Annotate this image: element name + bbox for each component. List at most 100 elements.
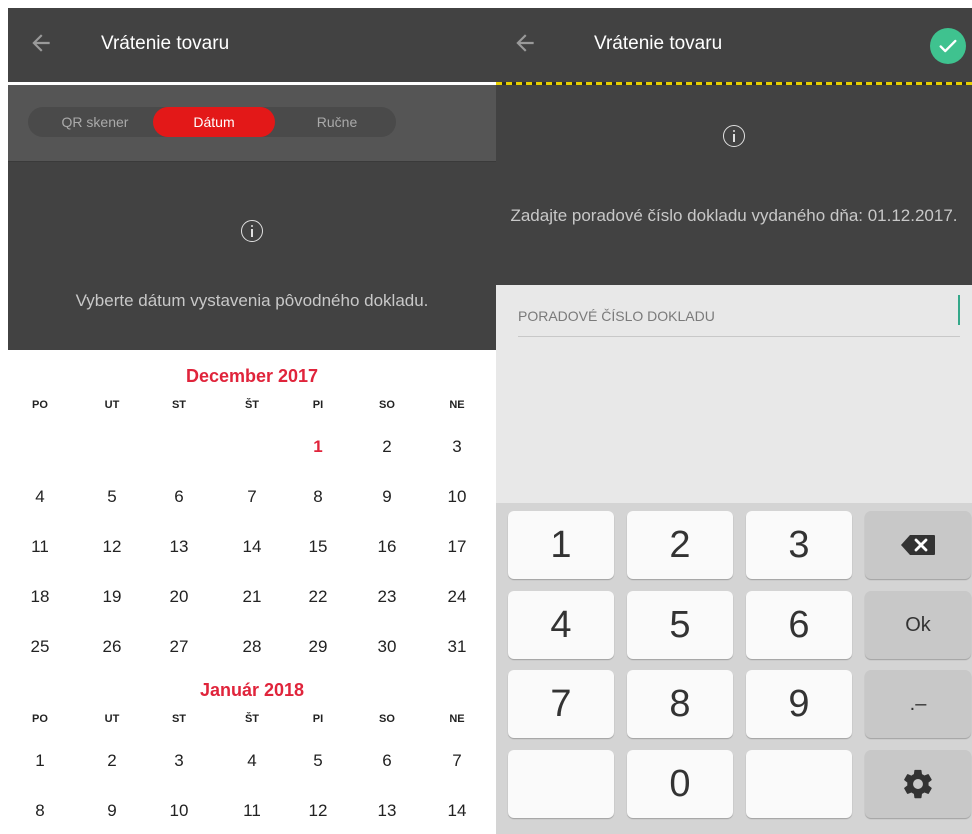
weekday-label: PI (312, 399, 324, 411)
calendar-day[interactable]: 24 (437, 587, 477, 607)
receipt-number-screen: Vrátenie tovaru Zadajte poradové číslo d… (496, 8, 972, 834)
digit-key-8[interactable]: 8 (627, 670, 733, 738)
calendar-day[interactable]: 23 (367, 587, 407, 607)
month-title: Január 2018 (199, 680, 305, 700)
digit-key-2[interactable]: 2 (627, 511, 733, 579)
calendar-day[interactable]: 14 (232, 537, 272, 557)
calendar-day[interactable]: 12 (298, 801, 338, 821)
digit-key-label: 1 (550, 523, 572, 566)
calendar-day[interactable]: 8 (20, 801, 60, 821)
digit-key-label: 3 (788, 523, 810, 566)
app-bar: Vrátenie tovaru (496, 8, 972, 82)
calendar-day[interactable]: 5 (92, 487, 132, 507)
calendar-day[interactable]: 2 (92, 751, 132, 771)
weekday-label: SO (379, 713, 395, 725)
calendar-day[interactable]: 1 (20, 751, 60, 771)
back-arrow-icon[interactable] (512, 30, 538, 56)
calendar-day[interactable]: 12 (92, 537, 132, 557)
digit-key-9[interactable]: 9 (746, 670, 852, 738)
receipt-number-label: PORADOVÉ ČÍSLO DOKLADU (518, 308, 715, 324)
mode-selector-bar: QR skener Dátum Ručne (8, 85, 496, 161)
mode-segmented-control: QR skener Dátum Ručne (28, 107, 396, 137)
calendar-day[interactable]: 6 (367, 751, 407, 771)
confirm-button[interactable] (930, 28, 966, 64)
calendar-day[interactable]: 3 (159, 751, 199, 771)
calendar-day[interactable]: 8 (298, 487, 338, 507)
page-title: Vrátenie tovaru (594, 33, 723, 54)
digit-key-6[interactable]: 6 (746, 591, 852, 659)
calendar-day[interactable]: 3 (437, 437, 477, 457)
tab-manual[interactable]: Ručne (278, 107, 396, 137)
digit-key-4[interactable]: 4 (508, 591, 614, 659)
calendar-day[interactable]: 7 (437, 751, 477, 771)
blank-key[interactable] (746, 750, 852, 818)
calendar-day[interactable]: 14 (437, 801, 477, 821)
digit-key-0[interactable]: 0 (627, 750, 733, 818)
calendar-day[interactable]: 18 (20, 587, 60, 607)
page-title: Vrátenie tovaru (101, 33, 230, 54)
calendar-day[interactable]: 19 (92, 587, 132, 607)
digit-key-label: 4 (550, 603, 572, 646)
calendar-day[interactable]: 26 (92, 637, 132, 657)
weekday-label: UT (104, 399, 120, 411)
backspace-button[interactable] (865, 511, 971, 579)
digit-key-7[interactable]: 7 (508, 670, 614, 738)
calendar-day[interactable]: 10 (437, 487, 477, 507)
calendar-day[interactable]: 13 (159, 537, 199, 557)
calendar-day[interactable]: 4 (232, 751, 272, 771)
calendar-day[interactable]: 5 (298, 751, 338, 771)
info-text: Zadajte poradové číslo dokladu vydaného … (510, 206, 958, 225)
calendar-day[interactable]: 7 (232, 487, 272, 507)
weekday-label: NE (449, 399, 465, 411)
calendar-day[interactable]: 25 (20, 637, 60, 657)
ok-key-label: Ok (905, 613, 931, 636)
weekday-label: ST (171, 713, 187, 725)
text-cursor (958, 295, 960, 325)
digit-key-3[interactable]: 3 (746, 511, 852, 579)
calendar-day[interactable]: 27 (159, 637, 199, 657)
digit-key-1[interactable]: 1 (508, 511, 614, 579)
digit-key-label: 2 (669, 523, 691, 566)
digit-key-label: 0 (669, 762, 691, 805)
backspace-icon (901, 535, 935, 555)
numeric-keypad: 1 2 3 4 5 6 Ok 7 8 9 .– 0 (496, 503, 972, 834)
calendar-day[interactable]: 6 (159, 487, 199, 507)
weekday-label: SO (379, 399, 395, 411)
calendar-day[interactable]: 17 (437, 537, 477, 557)
calendar-day[interactable]: 2 (367, 437, 407, 457)
calendar-day[interactable]: 10 (159, 801, 199, 821)
back-arrow-icon[interactable] (28, 30, 54, 56)
calendar-day[interactable]: 9 (367, 487, 407, 507)
digit-key-label: 6 (788, 603, 810, 646)
calendar-day[interactable]: 13 (367, 801, 407, 821)
calendar-day[interactable]: 11 (20, 537, 60, 557)
calendar-day[interactable]: 28 (232, 637, 272, 657)
calendar-day[interactable]: 29 (298, 637, 338, 657)
ok-key[interactable]: Ok (865, 591, 971, 659)
receipt-number-field[interactable]: PORADOVÉ ČÍSLO DOKLADU (496, 285, 972, 515)
calendar-day[interactable]: 30 (367, 637, 407, 657)
calendar-day[interactable]: 9 (92, 801, 132, 821)
calendar-day[interactable]: 21 (232, 587, 272, 607)
calendar-day[interactable]: 16 (367, 537, 407, 557)
checkmark-icon (939, 39, 957, 53)
calendar-day[interactable]: 31 (437, 637, 477, 657)
calendar-day[interactable]: 22 (298, 587, 338, 607)
calendar-day[interactable]: 15 (298, 537, 338, 557)
digit-key-5[interactable]: 5 (627, 591, 733, 659)
tab-date[interactable]: Dátum (153, 107, 275, 137)
calendar-day[interactable]: 4 (20, 487, 60, 507)
decimal-minus-key[interactable]: .– (865, 670, 971, 738)
blank-key[interactable] (508, 750, 614, 818)
tab-qr-scanner[interactable]: QR skener (36, 107, 154, 137)
info-icon (241, 220, 263, 242)
calendar-day[interactable]: 11 (232, 801, 272, 821)
calendar-day[interactable]: 1 (298, 437, 338, 457)
weekday-label: ŠT (244, 399, 260, 411)
weekday-label: NE (449, 713, 465, 725)
weekday-label: ST (171, 399, 187, 411)
app-bar: Vrátenie tovaru (8, 8, 496, 82)
weekday-label: ŠT (244, 713, 260, 725)
calendar-day[interactable]: 20 (159, 587, 199, 607)
settings-button[interactable] (865, 750, 971, 818)
